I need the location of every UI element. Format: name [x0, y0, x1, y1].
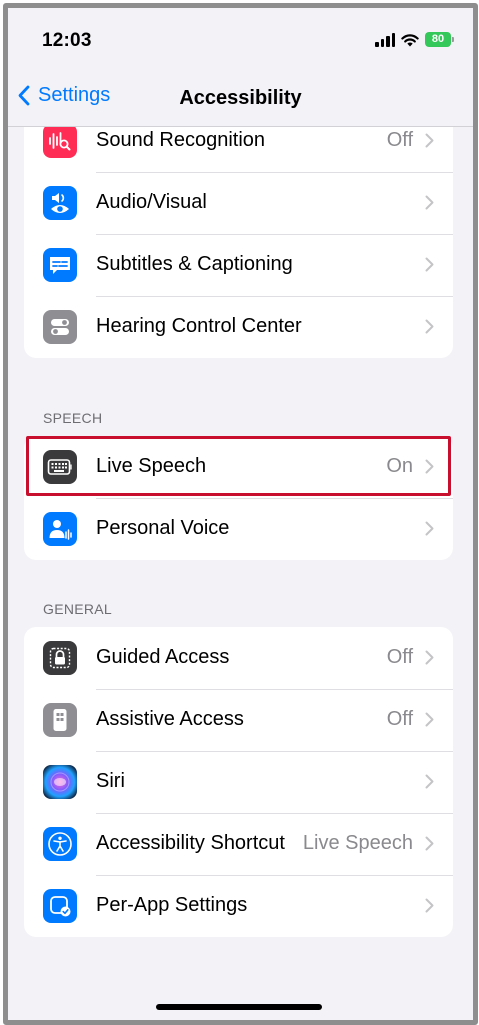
status-time: 12:03	[42, 30, 92, 51]
row-value: Live Speech	[302, 832, 413, 854]
live-speech-row[interactable]: Live Speech On	[24, 436, 453, 498]
row-label: Hearing Control Center	[96, 315, 302, 337]
chevron-right-icon	[425, 459, 434, 474]
row-label: Audio/Visual	[96, 191, 207, 213]
chevron-right-icon	[425, 774, 434, 789]
chevron-right-icon	[425, 836, 434, 851]
row-value: On	[386, 455, 413, 477]
hearing-settings-group: Sound Recognition Off Audio/Visual Subti…	[24, 110, 453, 358]
row-label: Guided Access	[96, 646, 230, 668]
per-app-settings-icon	[43, 889, 77, 923]
personal-voice-icon	[43, 512, 77, 546]
assistive-access-icon	[43, 703, 77, 737]
navigation-bar: Settings Accessibility	[8, 74, 473, 122]
chevron-right-icon	[425, 898, 434, 913]
chevron-right-icon	[425, 319, 434, 334]
chevron-right-icon	[425, 712, 434, 727]
assistive-access-row[interactable]: Assistive Access Off	[24, 689, 453, 751]
section-header-general: GENERAL	[43, 601, 113, 617]
siri-icon	[43, 765, 77, 799]
lock-icon	[43, 641, 77, 675]
sound-recognition-icon	[43, 124, 77, 158]
chevron-right-icon	[425, 257, 434, 272]
row-label: Assistive Access	[96, 708, 244, 730]
audio-visual-icon	[43, 186, 77, 220]
row-label: Personal Voice	[96, 517, 230, 539]
chevron-right-icon	[425, 195, 434, 210]
speech-settings-group: Live Speech On Personal Voice	[24, 436, 453, 560]
battery-level: 80	[431, 33, 445, 45]
row-label: Subtitles & Captioning	[96, 253, 293, 275]
personal-voice-row[interactable]: Personal Voice	[24, 498, 453, 560]
home-indicator[interactable]	[156, 1004, 322, 1010]
status-bar: 12:03 80	[8, 8, 473, 68]
cellular-signal-icon	[375, 32, 395, 47]
wifi-icon	[401, 33, 419, 46]
chevron-right-icon	[425, 521, 434, 536]
accessibility-icon	[43, 827, 77, 861]
section-header-speech: SPEECH	[43, 410, 103, 426]
row-label: Sound Recognition	[96, 129, 266, 151]
page-title: Accessibility	[179, 87, 302, 109]
status-icons: 80	[375, 32, 454, 47]
row-label: Live Speech	[96, 455, 207, 477]
row-value: Off	[386, 708, 413, 730]
per-app-settings-row[interactable]: Per-App Settings	[24, 875, 453, 937]
phone-screen: 12:03 80 Settings Accessibility Sound Re…	[3, 3, 478, 1025]
row-value: Off	[386, 129, 413, 151]
row-label: Per-App Settings	[96, 894, 248, 916]
row-value: Off	[386, 646, 413, 668]
nav-divider	[8, 126, 473, 127]
subtitles-captioning-row[interactable]: Subtitles & Captioning	[24, 234, 453, 296]
keyboard-icon	[43, 450, 77, 484]
battery-icon: 80	[425, 32, 454, 47]
audio-visual-row[interactable]: Audio/Visual	[24, 172, 453, 234]
subtitles-icon	[43, 248, 77, 282]
chevron-right-icon	[425, 650, 434, 665]
row-label: Siri	[96, 770, 125, 792]
row-label: Accessibility Shortcut	[96, 832, 285, 854]
accessibility-shortcut-row[interactable]: Accessibility Shortcut Live Speech	[24, 813, 453, 875]
hearing-control-center-row[interactable]: Hearing Control Center	[24, 296, 453, 358]
guided-access-row[interactable]: Guided Access Off	[24, 627, 453, 689]
chevron-right-icon	[425, 133, 434, 148]
general-settings-group: Guided Access Off Assistive Access Off S…	[24, 627, 453, 937]
siri-row[interactable]: Siri	[24, 751, 453, 813]
hearing-control-center-icon	[43, 310, 77, 344]
